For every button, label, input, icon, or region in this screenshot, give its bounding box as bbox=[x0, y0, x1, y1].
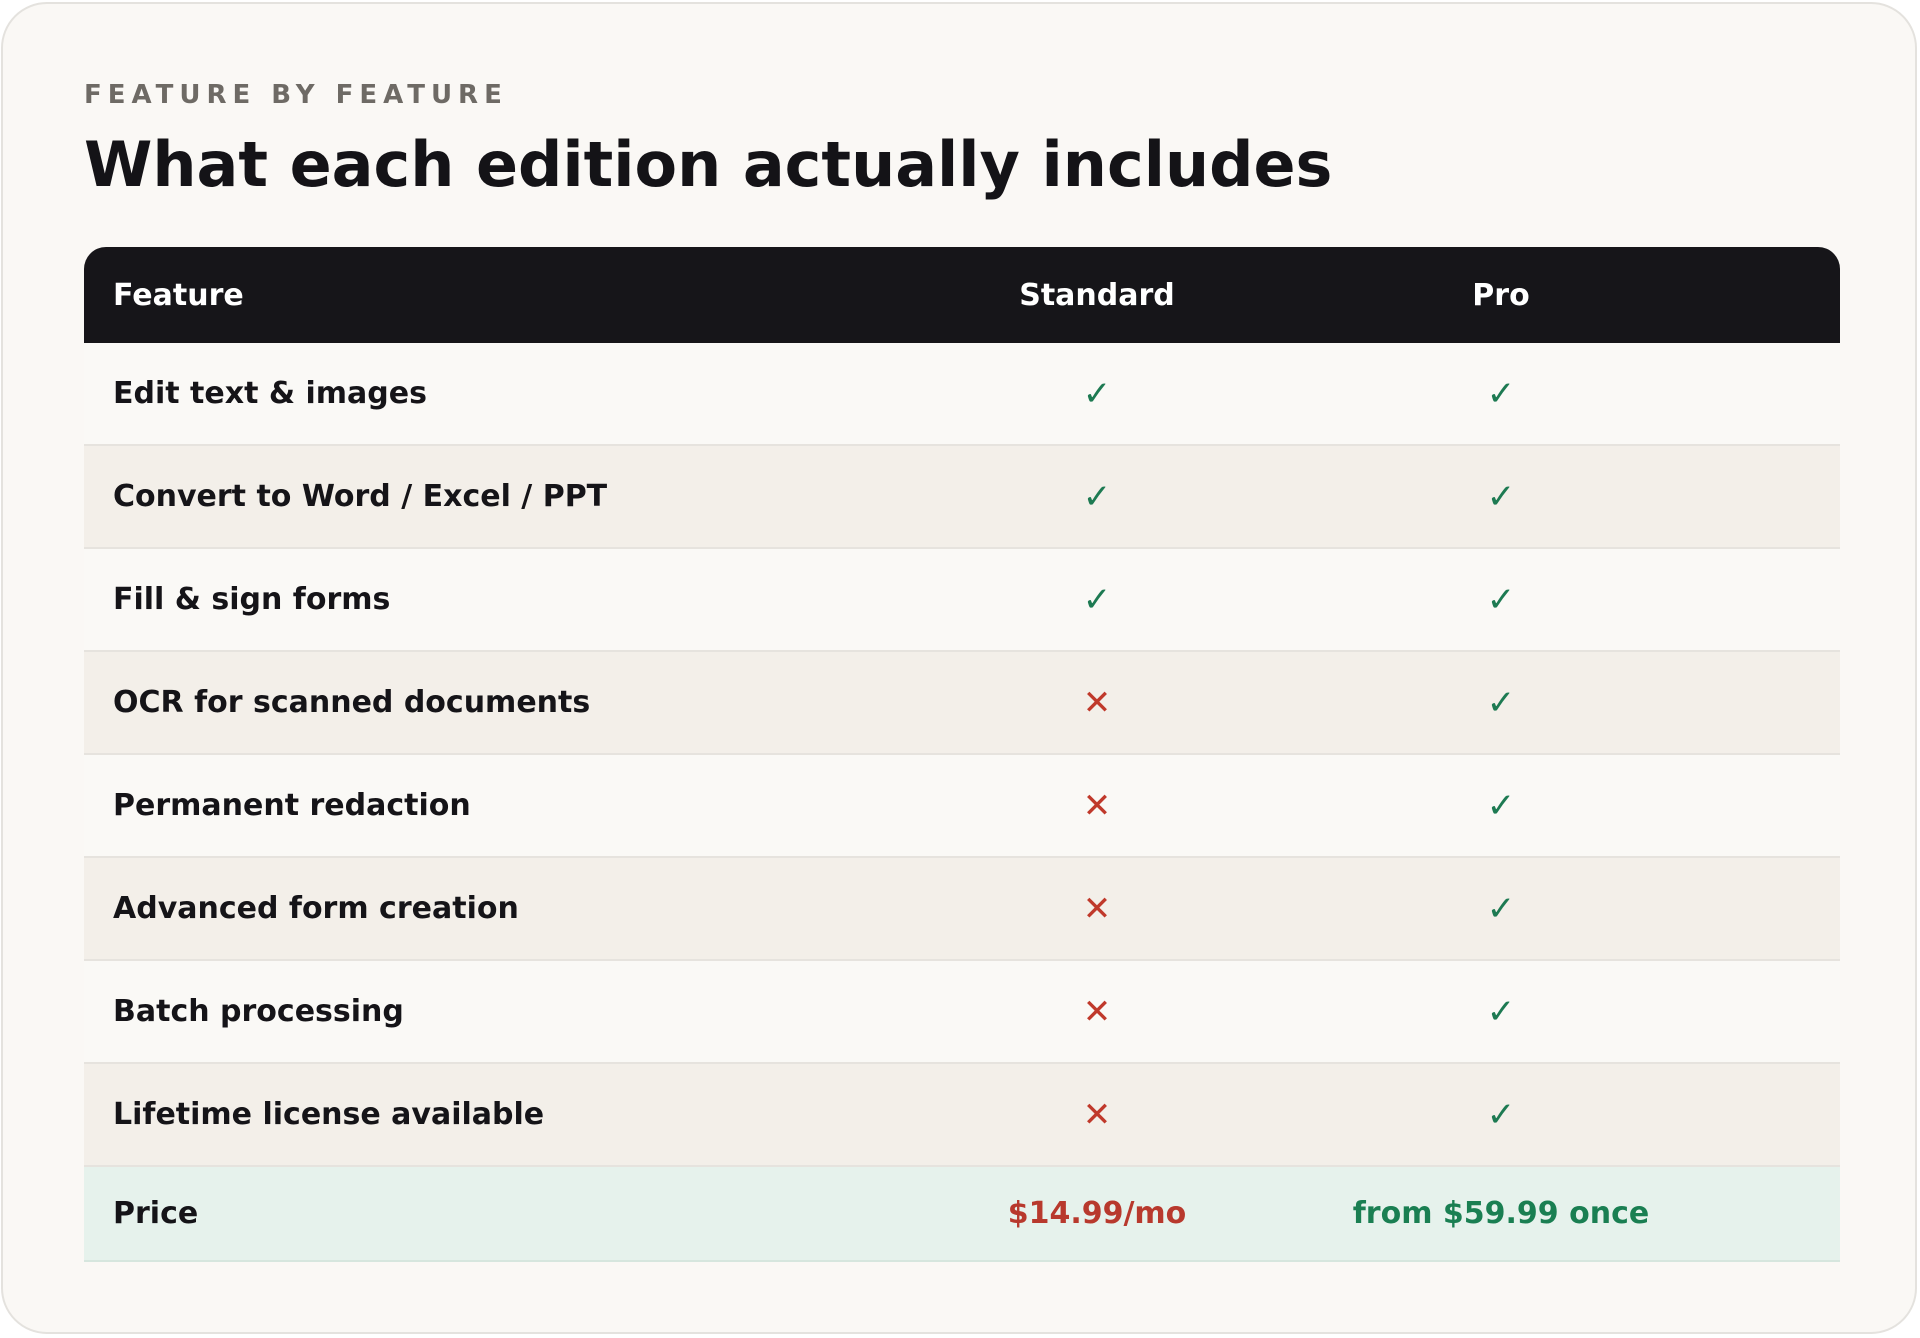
cross-icon: ✕ bbox=[1082, 785, 1112, 826]
table-row: OCR for scanned documents ✕ ✓ bbox=[84, 652, 1840, 755]
column-header-pro: Pro bbox=[1472, 277, 1530, 313]
column-header-standard: Standard bbox=[1019, 277, 1175, 313]
feature-name: Lifetime license available bbox=[113, 1097, 545, 1132]
check-icon: ✓ bbox=[1486, 682, 1516, 723]
feature-name: OCR for scanned documents bbox=[113, 685, 591, 720]
feature-name: Convert to Word / Excel / PPT bbox=[113, 479, 608, 514]
table-row: Convert to Word / Excel / PPT ✓ ✓ bbox=[84, 446, 1840, 549]
cross-icon: ✕ bbox=[1082, 682, 1112, 723]
comparison-card: FEATURE BY FEATURE What each edition act… bbox=[1, 2, 1917, 1334]
check-icon: ✓ bbox=[1082, 476, 1112, 517]
check-icon: ✓ bbox=[1486, 1094, 1516, 1135]
table-row: Fill & sign forms ✓ ✓ bbox=[84, 549, 1840, 652]
cross-icon: ✕ bbox=[1082, 991, 1112, 1032]
check-icon: ✓ bbox=[1082, 373, 1112, 414]
check-icon: ✓ bbox=[1486, 991, 1516, 1032]
feature-name: Advanced form creation bbox=[113, 891, 519, 926]
price-row: Price $14.99/mo from $59.99 once bbox=[84, 1167, 1840, 1262]
table-row: Edit text & images ✓ ✓ bbox=[84, 343, 1840, 446]
standard-price: $14.99/mo bbox=[1007, 1196, 1187, 1231]
price-label: Price bbox=[113, 1196, 199, 1231]
table-row: Advanced form creation ✕ ✓ bbox=[84, 858, 1840, 961]
cross-icon: ✕ bbox=[1082, 888, 1112, 929]
table-row: Batch processing ✕ ✓ bbox=[84, 961, 1840, 1064]
check-icon: ✓ bbox=[1486, 785, 1516, 826]
cross-icon: ✕ bbox=[1082, 1094, 1112, 1135]
column-header-feature: Feature bbox=[113, 277, 244, 313]
feature-name: Permanent redaction bbox=[113, 788, 471, 823]
pro-price: from $59.99 once bbox=[1352, 1196, 1650, 1231]
feature-name: Edit text & images bbox=[113, 376, 427, 411]
feature-name: Fill & sign forms bbox=[113, 582, 391, 617]
page-title: What each edition actually includes bbox=[84, 128, 1333, 201]
table-row: Permanent redaction ✕ ✓ bbox=[84, 755, 1840, 858]
check-icon: ✓ bbox=[1486, 579, 1516, 620]
feature-name: Batch processing bbox=[113, 994, 404, 1029]
check-icon: ✓ bbox=[1486, 373, 1516, 414]
section-eyebrow: FEATURE BY FEATURE bbox=[84, 80, 508, 110]
table-row: Lifetime license available ✕ ✓ bbox=[84, 1064, 1840, 1167]
check-icon: ✓ bbox=[1486, 476, 1516, 517]
feature-comparison-table: Feature Standard Pro Edit text & images … bbox=[84, 247, 1840, 1262]
check-icon: ✓ bbox=[1486, 888, 1516, 929]
table-header: Feature Standard Pro bbox=[84, 247, 1840, 343]
check-icon: ✓ bbox=[1082, 579, 1112, 620]
